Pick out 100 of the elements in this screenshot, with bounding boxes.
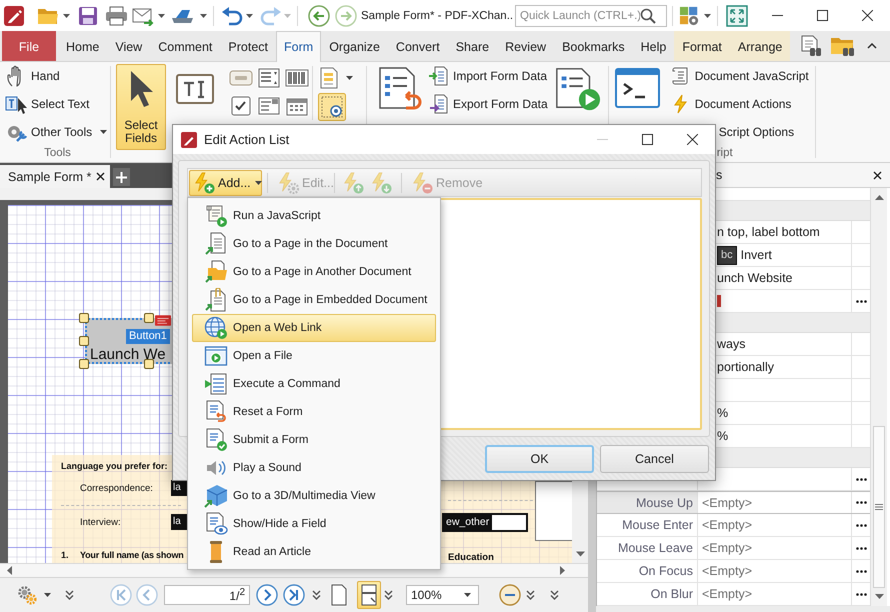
tool-button[interactable]: Select Text: [5, 90, 110, 118]
double-chevron-icon[interactable]: [526, 590, 535, 600]
scroll-right-icon[interactable]: [560, 566, 566, 575]
cancel-button[interactable]: Cancel: [600, 445, 709, 473]
ellipsis-icon[interactable]: [856, 478, 866, 480]
property-name[interactable]: Mouse Leave: [597, 537, 698, 559]
ribbon-tab[interactable]: Review: [497, 31, 554, 61]
ribbon-tab[interactable]: Arrange: [730, 31, 790, 61]
close-icon[interactable]: [862, 10, 873, 21]
split-page-button[interactable]: [357, 581, 381, 609]
menu-item[interactable]: Go to a Page in the Document: [192, 230, 436, 258]
document-tab[interactable]: Sample Form *: [0, 165, 110, 188]
property-name[interactable]: On Focus: [597, 560, 698, 582]
ribbon-tab[interactable]: Format: [674, 31, 730, 61]
caret-icon[interactable]: [44, 593, 51, 597]
menu-item[interactable]: Show/Hide a Field: [192, 510, 436, 538]
menu-item[interactable]: Go to a Page in Another Document: [192, 258, 436, 286]
caret-icon[interactable]: [704, 14, 711, 18]
menu-item[interactable]: Open a File: [192, 342, 436, 370]
quick-launch-field[interactable]: Quick Launch (CTRL+.): [515, 4, 667, 26]
ribbon-button[interactable]: Export Form Data: [429, 90, 548, 118]
ok-button[interactable]: OK: [485, 445, 594, 473]
ribbon-button[interactable]: Script Options: [718, 118, 794, 146]
form-document-icon[interactable]: [318, 67, 340, 89]
double-chevron-icon[interactable]: [65, 590, 74, 600]
ribbon-tab[interactable]: Home: [58, 31, 108, 61]
select-fields-button[interactable]: Select Fields: [116, 64, 166, 150]
search-icon[interactable]: [640, 8, 656, 24]
menu-item[interactable]: Play a Sound: [192, 454, 436, 482]
ribbon-button[interactable]: Document JavaScript: [670, 62, 809, 90]
caret-icon[interactable]: [246, 14, 253, 18]
close-icon[interactable]: [873, 170, 882, 180]
app-logo-icon[interactable]: [4, 6, 24, 26]
caret-icon[interactable]: [100, 130, 108, 134]
ribbon-button[interactable]: Document Actions: [670, 90, 792, 118]
resize-handle[interactable]: [79, 336, 89, 346]
caret-icon[interactable]: [158, 14, 165, 18]
scroll-down-icon[interactable]: [874, 594, 884, 600]
fullscreen-icon[interactable]: [726, 4, 748, 26]
next-page-icon[interactable]: [256, 584, 278, 606]
caret-icon[interactable]: [464, 593, 471, 597]
resize-handle[interactable]: [144, 359, 154, 369]
double-chevron-icon[interactable]: [312, 590, 321, 600]
menu-item[interactable]: Open a Web Link: [192, 314, 436, 342]
save-icon[interactable]: [78, 6, 98, 26]
input-field[interactable]: [535, 481, 572, 541]
caret-icon[interactable]: [63, 14, 70, 18]
checkbox-icon[interactable]: [229, 96, 253, 116]
close-icon[interactable]: [96, 172, 105, 181]
resize-handle[interactable]: [144, 313, 154, 323]
tool-button[interactable]: Other Tools: [5, 118, 110, 146]
combo-box-icon[interactable]: [257, 96, 281, 116]
scroll-up-icon[interactable]: [874, 194, 884, 200]
ribbon-tab[interactable]: Comment: [150, 31, 220, 61]
ribbon-button[interactable]: Import Form Data: [429, 62, 548, 90]
ellipsis-icon[interactable]: [856, 524, 866, 526]
menu-item[interactable]: Submit a Form: [192, 426, 436, 454]
scroll-down-icon[interactable]: [576, 550, 584, 559]
page-number-field[interactable]: 1/$^{2}$: [164, 585, 250, 605]
printer-icon[interactable]: [105, 6, 128, 26]
ribbon-tab[interactable]: Convert: [388, 31, 448, 61]
terminal-icon[interactable]: [614, 68, 660, 108]
ellipsis-icon[interactable]: [856, 501, 866, 504]
collapse-icon[interactable]: [867, 43, 877, 49]
menu-item[interactable]: Execute a Command: [192, 370, 436, 398]
close-icon[interactable]: [687, 134, 698, 145]
menu-item[interactable]: Reset a Form: [192, 398, 436, 426]
document-binoculars-icon[interactable]: [800, 35, 822, 57]
ribbon-tab[interactable]: Bookmarks: [554, 31, 633, 61]
list-box-icon[interactable]: [257, 68, 281, 88]
last-page-icon[interactable]: [283, 584, 305, 606]
tiles-gear-icon[interactable]: [678, 6, 701, 26]
highlight-fields-icon[interactable]: [318, 93, 346, 121]
text-field[interactable]: la: [171, 514, 187, 530]
ribbon-tab[interactable]: Form: [276, 31, 322, 62]
double-chevron-icon[interactable]: [384, 590, 393, 600]
ribbon-tab[interactable]: Help: [632, 31, 674, 61]
add-button[interactable]: Add...: [189, 170, 262, 196]
maximize-icon[interactable]: [817, 10, 828, 21]
ribbon-tab[interactable]: Organize: [321, 31, 388, 61]
ellipsis-icon[interactable]: [856, 300, 866, 302]
caret-icon[interactable]: [200, 14, 207, 18]
back-icon[interactable]: [308, 4, 330, 26]
undo-icon[interactable]: [221, 6, 244, 26]
property-name[interactable]: Mouse Up: [597, 492, 698, 513]
scrollbar[interactable]: [870, 188, 887, 606]
ellipsis-icon[interactable]: [856, 570, 866, 572]
text-field[interactable]: la: [171, 480, 187, 496]
zoom-out-icon[interactable]: [499, 584, 521, 606]
caret-icon[interactable]: [346, 76, 353, 80]
ellipsis-icon[interactable]: [856, 546, 866, 550]
new-tab-button[interactable]: [113, 168, 130, 186]
double-chevron-icon[interactable]: [550, 590, 559, 600]
ribbon-tab[interactable]: Protect: [220, 31, 276, 61]
ellipsis-icon[interactable]: [856, 592, 866, 596]
menu-item[interactable]: Go to a 3D/Multimedia View: [192, 482, 436, 510]
resize-handle[interactable]: [79, 359, 89, 369]
text-field[interactable]: ew_other: [442, 513, 528, 532]
menu-item[interactable]: Go to a Page in Embedded Document: [192, 286, 436, 314]
menu-item[interactable]: Run a JavaScript: [192, 202, 436, 230]
